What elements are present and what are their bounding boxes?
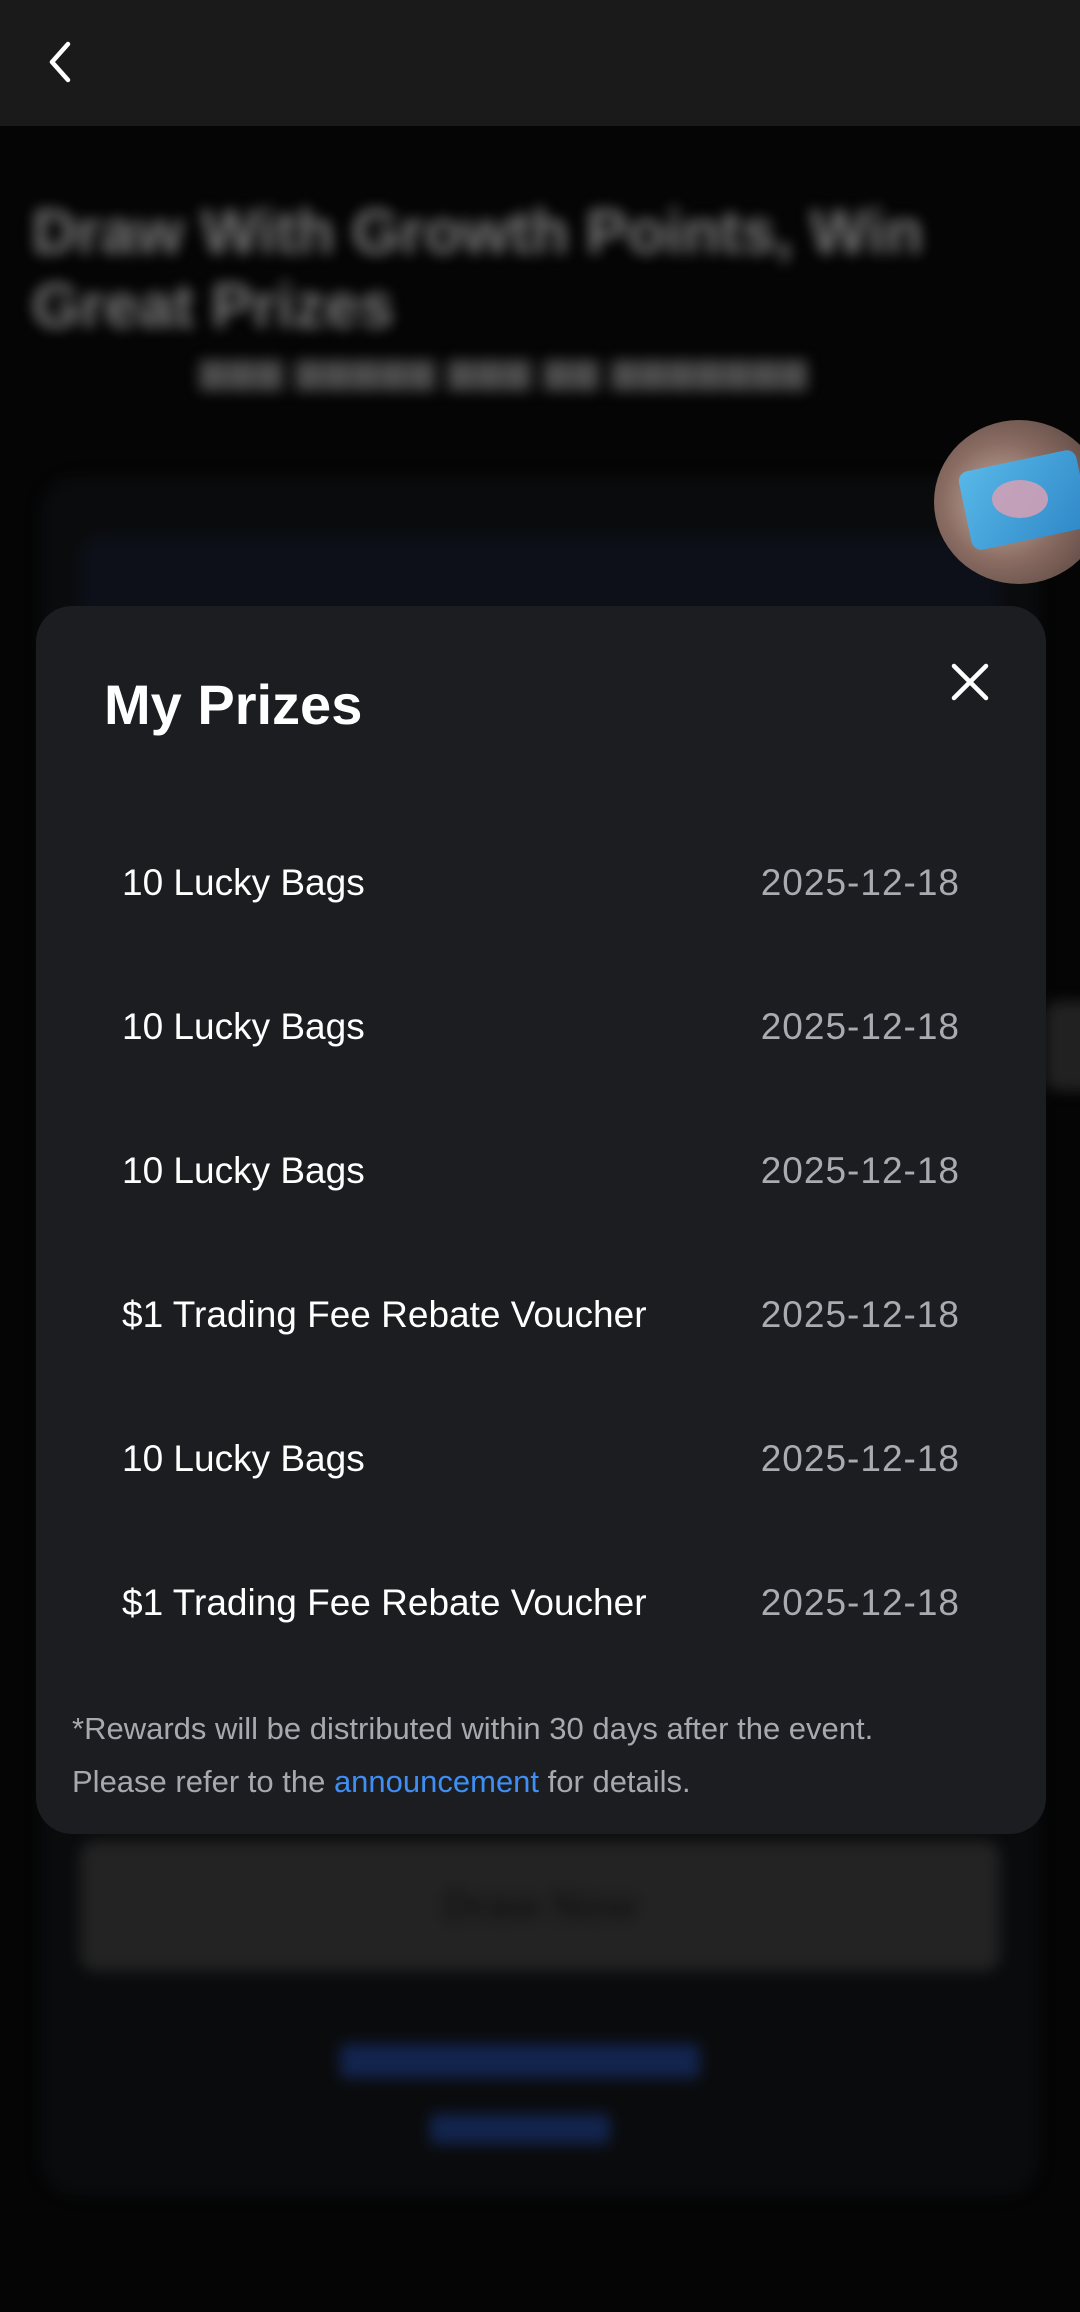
back-button[interactable] [28, 30, 92, 94]
close-icon [951, 663, 989, 701]
prize-date: 2025-12-18 [760, 862, 960, 903]
modal-title: My Prizes [104, 673, 363, 736]
prize-name: $1 Trading Fee Rebate Voucher [122, 1582, 647, 1623]
announcement-link[interactable]: announcement [334, 1764, 539, 1799]
prize-date: 2025-12-18 [760, 1582, 960, 1623]
prize-row: 10 Lucky Bags 2025-12-18 [36, 955, 1046, 1099]
prize-date: 2025-12-18 [760, 1150, 960, 1191]
note-suffix: for details. [539, 1764, 691, 1799]
page: Draw With Growth Points, Win Great Prize… [0, 0, 1080, 2312]
draw-now-button: Draw Now [80, 1841, 1000, 1971]
prize-name: 10 Lucky Bags [122, 1006, 365, 1047]
prize-row: 10 Lucky Bags 2025-12-18 [36, 1387, 1046, 1531]
prize-row: 10 Lucky Bags 2025-12-18 [36, 811, 1046, 955]
prize-name: 10 Lucky Bags [122, 1438, 365, 1479]
chevron-left-icon [49, 41, 71, 83]
prize-name: 10 Lucky Bags [122, 1150, 365, 1191]
rewards-note-line1: *Rewards will be distributed within 30 d… [72, 1711, 874, 1746]
close-button[interactable] [938, 650, 1002, 714]
background-date-range: ▆▆▆ ▆▆▆▆▆ ▆▆▆ ▆▆ ▆▆▆▆▆▆▆ [200, 352, 809, 390]
prize-name: 10 Lucky Bags [122, 862, 365, 903]
prize-date: 2025-12-18 [760, 1006, 960, 1047]
prize-date: 2025-12-18 [760, 1438, 960, 1479]
lucky-bag-logo [992, 480, 1048, 518]
prize-name: $1 Trading Fee Rebate Voucher [122, 1294, 647, 1335]
prize-row: $1 Trading Fee Rebate Voucher 2025-12-18 [36, 1243, 1046, 1387]
background-link-secondary [430, 2114, 610, 2144]
prize-row: $1 Trading Fee Rebate Voucher 2025-12-18 [36, 1531, 1046, 1675]
background-link [340, 2044, 700, 2078]
note-prefix: Please refer to the [72, 1764, 334, 1799]
background-side-tab [1045, 1001, 1080, 1091]
rewards-note: *Rewards will be distributed within 30 d… [72, 1702, 1032, 1808]
prize-row: 10 Lucky Bags 2025-12-18 [36, 1099, 1046, 1243]
rewards-note-line2: Please refer to the announcement for det… [72, 1755, 1032, 1808]
prize-date: 2025-12-18 [760, 1294, 960, 1335]
top-bar [0, 0, 1080, 126]
background-title: Draw With Growth Points, Win Great Prize… [32, 198, 923, 341]
my-prizes-modal: My Prizes 10 Lucky Bags 2025-12-18 10 Lu… [36, 606, 1046, 1834]
prize-list: 10 Lucky Bags 2025-12-18 10 Lucky Bags 2… [36, 811, 1046, 1675]
